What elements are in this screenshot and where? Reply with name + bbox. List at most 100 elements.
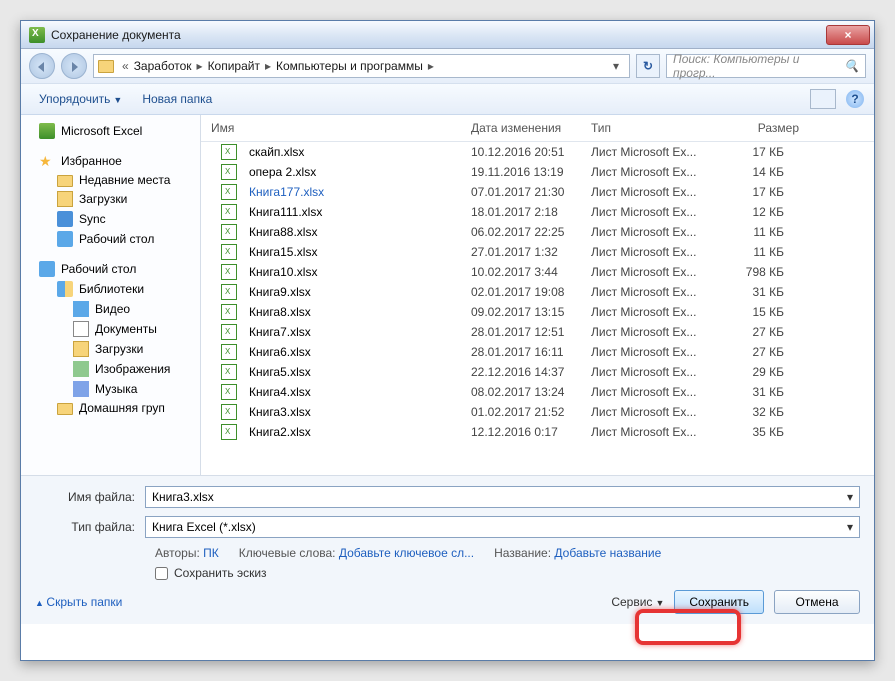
desktop-icon	[57, 231, 73, 247]
breadcrumb[interactable]: Заработок	[131, 59, 195, 73]
back-button[interactable]	[29, 53, 55, 79]
column-size[interactable]: Размер	[725, 121, 805, 135]
column-date[interactable]: Дата изменения	[465, 121, 585, 135]
tags-value[interactable]: Добавьте ключевое сл...	[339, 546, 474, 560]
sidebar-item-excel[interactable]: Microsoft Excel	[21, 121, 200, 141]
tools-dropdown[interactable]: Сервис▼	[611, 595, 664, 609]
refresh-button[interactable]: ↻	[636, 54, 660, 78]
help-button[interactable]: ?	[846, 90, 864, 108]
file-row[interactable]: Книга7.xlsx28.01.2017 12:51Лист Microsof…	[201, 322, 874, 342]
file-name: скайп.xlsx	[243, 145, 465, 159]
file-row[interactable]: Книга2.xlsx12.12.2016 0:17Лист Microsoft…	[201, 422, 874, 442]
view-options-button[interactable]	[810, 89, 836, 109]
organize-button[interactable]: Упорядочить▼	[31, 89, 130, 109]
dropdown-icon[interactable]: ▾	[847, 520, 853, 534]
downloads-icon	[57, 191, 73, 207]
filetype-label: Тип файла:	[35, 520, 145, 534]
tags-label: Ключевые слова:	[239, 546, 336, 560]
file-name: Книга8.xlsx	[243, 305, 465, 319]
column-headers[interactable]: Имя Дата изменения Тип Размер	[201, 115, 874, 142]
sidebar-item-music[interactable]: Музыка	[21, 379, 200, 399]
cancel-button[interactable]: Отмена	[774, 590, 860, 614]
file-size: 27 КБ	[725, 325, 790, 339]
file-name: Книга2.xlsx	[243, 425, 465, 439]
file-name: Книга177.xlsx	[243, 185, 465, 199]
sidebar-item-desktop[interactable]: Рабочий стол	[21, 229, 200, 249]
file-date: 22.12.2016 14:37	[465, 365, 585, 379]
file-date: 07.01.2017 21:30	[465, 185, 585, 199]
sidebar-item-favorites[interactable]: ★Избранное	[21, 151, 200, 171]
file-date: 10.12.2016 20:51	[465, 145, 585, 159]
file-list[interactable]: скайп.xlsx10.12.2016 20:51Лист Microsoft…	[201, 142, 874, 475]
file-name: опера 2.xlsx	[243, 165, 465, 179]
window-title: Сохранение документа	[51, 28, 826, 42]
xlsx-icon	[221, 404, 237, 420]
hide-folders-button[interactable]: Скрыть папки	[35, 595, 122, 609]
file-row[interactable]: Книга4.xlsx08.02.2017 13:24Лист Microsof…	[201, 382, 874, 402]
navbar: « Заработок ▸ Копирайт ▸ Компьютеры и пр…	[21, 49, 874, 83]
breadcrumb[interactable]: Компьютеры и программы	[273, 59, 426, 73]
sidebar[interactable]: Microsoft Excel ★Избранное Недавние мест…	[21, 115, 201, 475]
close-button[interactable]: ×	[826, 25, 870, 45]
authors-value[interactable]: ПК	[203, 546, 219, 560]
save-dialog: Сохранение документа × « Заработок ▸ Коп…	[20, 20, 875, 661]
sidebar-item-sync[interactable]: Sync	[21, 209, 200, 229]
sidebar-item-video[interactable]: Видео	[21, 299, 200, 319]
xlsx-icon	[221, 224, 237, 240]
file-row[interactable]: Книга10.xlsx10.02.2017 3:44Лист Microsof…	[201, 262, 874, 282]
file-name: Книга4.xlsx	[243, 385, 465, 399]
file-name: Книга88.xlsx	[243, 225, 465, 239]
dropdown-icon[interactable]: ▾	[847, 490, 853, 504]
address-bar[interactable]: « Заработок ▸ Копирайт ▸ Компьютеры и пр…	[93, 54, 630, 78]
file-row[interactable]: Книга5.xlsx22.12.2016 14:37Лист Microsof…	[201, 362, 874, 382]
file-type: Лист Microsoft Ex...	[585, 285, 725, 299]
sidebar-item-documents[interactable]: Документы	[21, 319, 200, 339]
sidebar-item-desktop[interactable]: Рабочий стол	[21, 259, 200, 279]
breadcrumb[interactable]: Копирайт	[205, 59, 263, 73]
save-thumbnail-checkbox[interactable]	[155, 567, 168, 580]
sidebar-item-images[interactable]: Изображения	[21, 359, 200, 379]
save-thumbnail-label: Сохранить эскиз	[174, 566, 267, 580]
sidebar-item-downloads[interactable]: Загрузки	[21, 189, 200, 209]
music-icon	[73, 381, 89, 397]
address-dropdown[interactable]: ▾	[607, 59, 625, 73]
sidebar-item-homegroup[interactable]: Домашняя груп	[21, 399, 200, 417]
sidebar-item-recent[interactable]: Недавние места	[21, 171, 200, 189]
titlebar[interactable]: Сохранение документа ×	[21, 21, 874, 49]
file-type: Лист Microsoft Ex...	[585, 245, 725, 259]
title-value[interactable]: Добавьте название	[554, 546, 661, 560]
file-name: Книга3.xlsx	[243, 405, 465, 419]
file-row[interactable]: Книга15.xlsx27.01.2017 1:32Лист Microsof…	[201, 242, 874, 262]
file-row[interactable]: Книга111.xlsx18.01.2017 2:18Лист Microso…	[201, 202, 874, 222]
file-row[interactable]: Книга9.xlsx02.01.2017 19:08Лист Microsof…	[201, 282, 874, 302]
file-name: Книга10.xlsx	[243, 265, 465, 279]
file-name: Книга111.xlsx	[243, 205, 465, 219]
new-folder-button[interactable]: Новая папка	[134, 89, 220, 109]
save-button[interactable]: Сохранить	[674, 590, 764, 614]
file-date: 09.02.2017 13:15	[465, 305, 585, 319]
file-type: Лист Microsoft Ex...	[585, 165, 725, 179]
file-row[interactable]: Книга88.xlsx06.02.2017 22:25Лист Microso…	[201, 222, 874, 242]
file-row[interactable]: Книга3.xlsx01.02.2017 21:52Лист Microsof…	[201, 402, 874, 422]
file-size: 32 КБ	[725, 405, 790, 419]
xlsx-icon	[221, 304, 237, 320]
filetype-select[interactable]: Книга Excel (*.xlsx)▾	[145, 516, 860, 538]
excel-icon	[29, 27, 45, 43]
file-date: 28.01.2017 16:11	[465, 345, 585, 359]
xlsx-icon	[221, 204, 237, 220]
filename-input[interactable]: Книга3.xlsx▾	[145, 486, 860, 508]
file-row[interactable]: Книга6.xlsx28.01.2017 16:11Лист Microsof…	[201, 342, 874, 362]
xlsx-icon	[221, 164, 237, 180]
column-name[interactable]: Имя	[205, 121, 465, 135]
file-row[interactable]: Книга177.xlsx07.01.2017 21:30Лист Micros…	[201, 182, 874, 202]
file-row[interactable]: Книга8.xlsx09.02.2017 13:15Лист Microsof…	[201, 302, 874, 322]
file-row[interactable]: скайп.xlsx10.12.2016 20:51Лист Microsoft…	[201, 142, 874, 162]
file-row[interactable]: опера 2.xlsx19.11.2016 13:19Лист Microso…	[201, 162, 874, 182]
sidebar-item-downloads[interactable]: Загрузки	[21, 339, 200, 359]
search-input[interactable]: Поиск: Компьютеры и прогр... 🔍	[666, 54, 866, 78]
sidebar-item-libraries[interactable]: Библиотеки	[21, 279, 200, 299]
column-type[interactable]: Тип	[585, 121, 725, 135]
forward-button[interactable]	[61, 53, 87, 79]
file-type: Лист Microsoft Ex...	[585, 225, 725, 239]
file-size: 35 КБ	[725, 425, 790, 439]
